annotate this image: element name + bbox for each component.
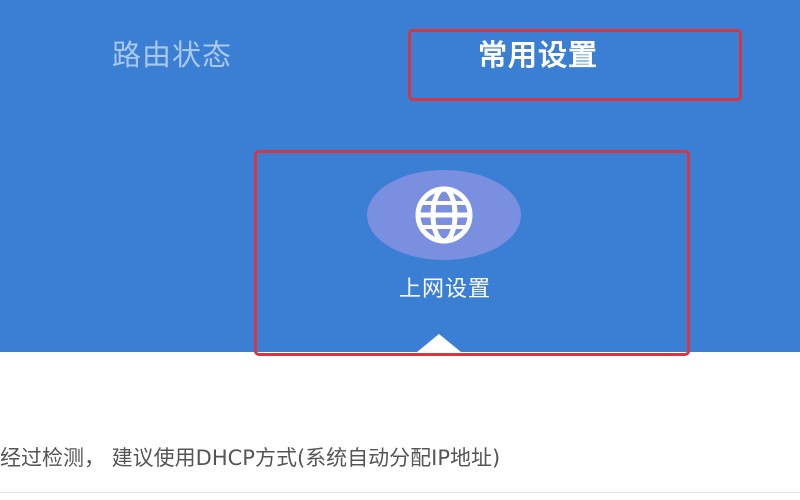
top-navigation-panel: 路由状态 常用设置 上网设置 [0, 0, 800, 356]
internet-settings-highlight [254, 150, 690, 356]
divider-line [0, 492, 800, 493]
common-settings-highlight [408, 29, 742, 101]
detection-message: 经过检测， 建议使用DHCP方式(系统自动分配IP地址) [0, 446, 501, 470]
tab-router-status[interactable]: 路由状态 [112, 30, 292, 80]
router-settings-page: 路由状态 常用设置 上网设置 经过检测， 建议使用DHCP方式(系统自动分配IP… [0, 0, 800, 500]
selected-pointer [417, 334, 461, 352]
